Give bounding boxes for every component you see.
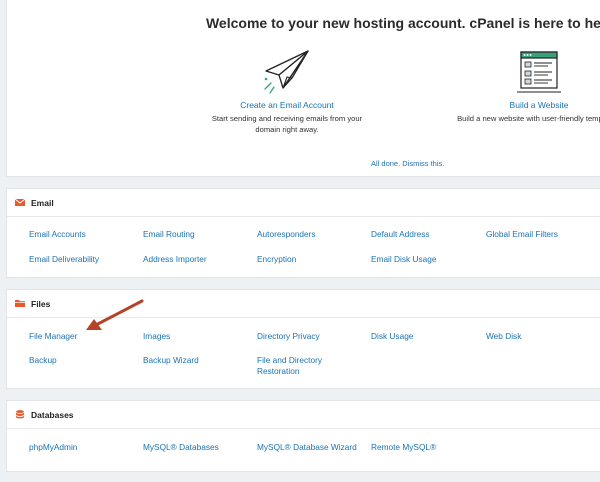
mysql-databases-link[interactable]: MySQL® Databases [143,442,248,453]
paper-plane-icon [264,50,309,94]
web-disk-link[interactable]: Web Disk [486,331,591,342]
files-section-title: Files [31,298,51,309]
encryption-link[interactable]: Encryption [257,254,362,265]
email-routing-link[interactable]: Email Routing [143,229,248,240]
email-disk-usage-link[interactable]: Email Disk Usage [371,254,476,265]
email-section-title: Email [31,197,54,208]
welcome-panel: Welcome to your new hosting account. cPa… [6,0,600,177]
welcome-title: Welcome to your new hosting account. cPa… [205,15,600,31]
email-section-header[interactable]: Email [7,189,600,217]
databases-section-header[interactable]: Databases [7,401,600,429]
mysql-database-wizard-link[interactable]: MySQL® Database Wizard [257,442,369,453]
build-website-link[interactable]: Build a Website [439,100,600,110]
build-website-feature: Build a Website Build a new website with… [439,48,600,124]
create-email-feature: Create an Email Account Start sending an… [187,48,387,135]
folder-icon [15,300,25,307]
databases-section: Databases phpMyAdmin MySQL® Databases My… [6,400,600,472]
email-section: Email Email Accounts Email Routing Autor… [6,188,600,278]
email-accounts-link[interactable]: Email Accounts [29,229,134,240]
envelope-icon [15,198,25,206]
email-deliverability-link[interactable]: Email Deliverability [29,254,134,265]
backup-link[interactable]: Backup [29,355,134,366]
build-website-description: Build a new website with user-friendly t… [457,114,600,123]
default-address-link[interactable]: Default Address [371,229,476,240]
create-email-description: Start sending and receiving emails from … [211,114,363,134]
create-email-account-link[interactable]: Create an Email Account [187,100,387,110]
address-importer-link[interactable]: Address Importer [143,254,248,265]
disk-usage-link[interactable]: Disk Usage [371,331,476,342]
annotation-arrow-icon [86,299,144,330]
file-and-directory-restoration-link[interactable]: File and Directory Restoration [257,355,337,376]
website-template-icon [517,51,561,93]
images-link[interactable]: Images [143,331,248,342]
dismiss-link[interactable]: All done. Dismiss this. [371,159,444,168]
database-icon [15,410,25,419]
backup-wizard-link[interactable]: Backup Wizard [143,355,248,366]
global-email-filters-link[interactable]: Global Email Filters [486,229,591,240]
phpmyadmin-link[interactable]: phpMyAdmin [29,442,134,453]
autoresponders-link[interactable]: Autoresponders [257,229,362,240]
directory-privacy-link[interactable]: Directory Privacy [257,331,362,342]
databases-section-title: Databases [31,409,74,420]
remote-mysql-link[interactable]: Remote MySQL® [371,442,476,453]
